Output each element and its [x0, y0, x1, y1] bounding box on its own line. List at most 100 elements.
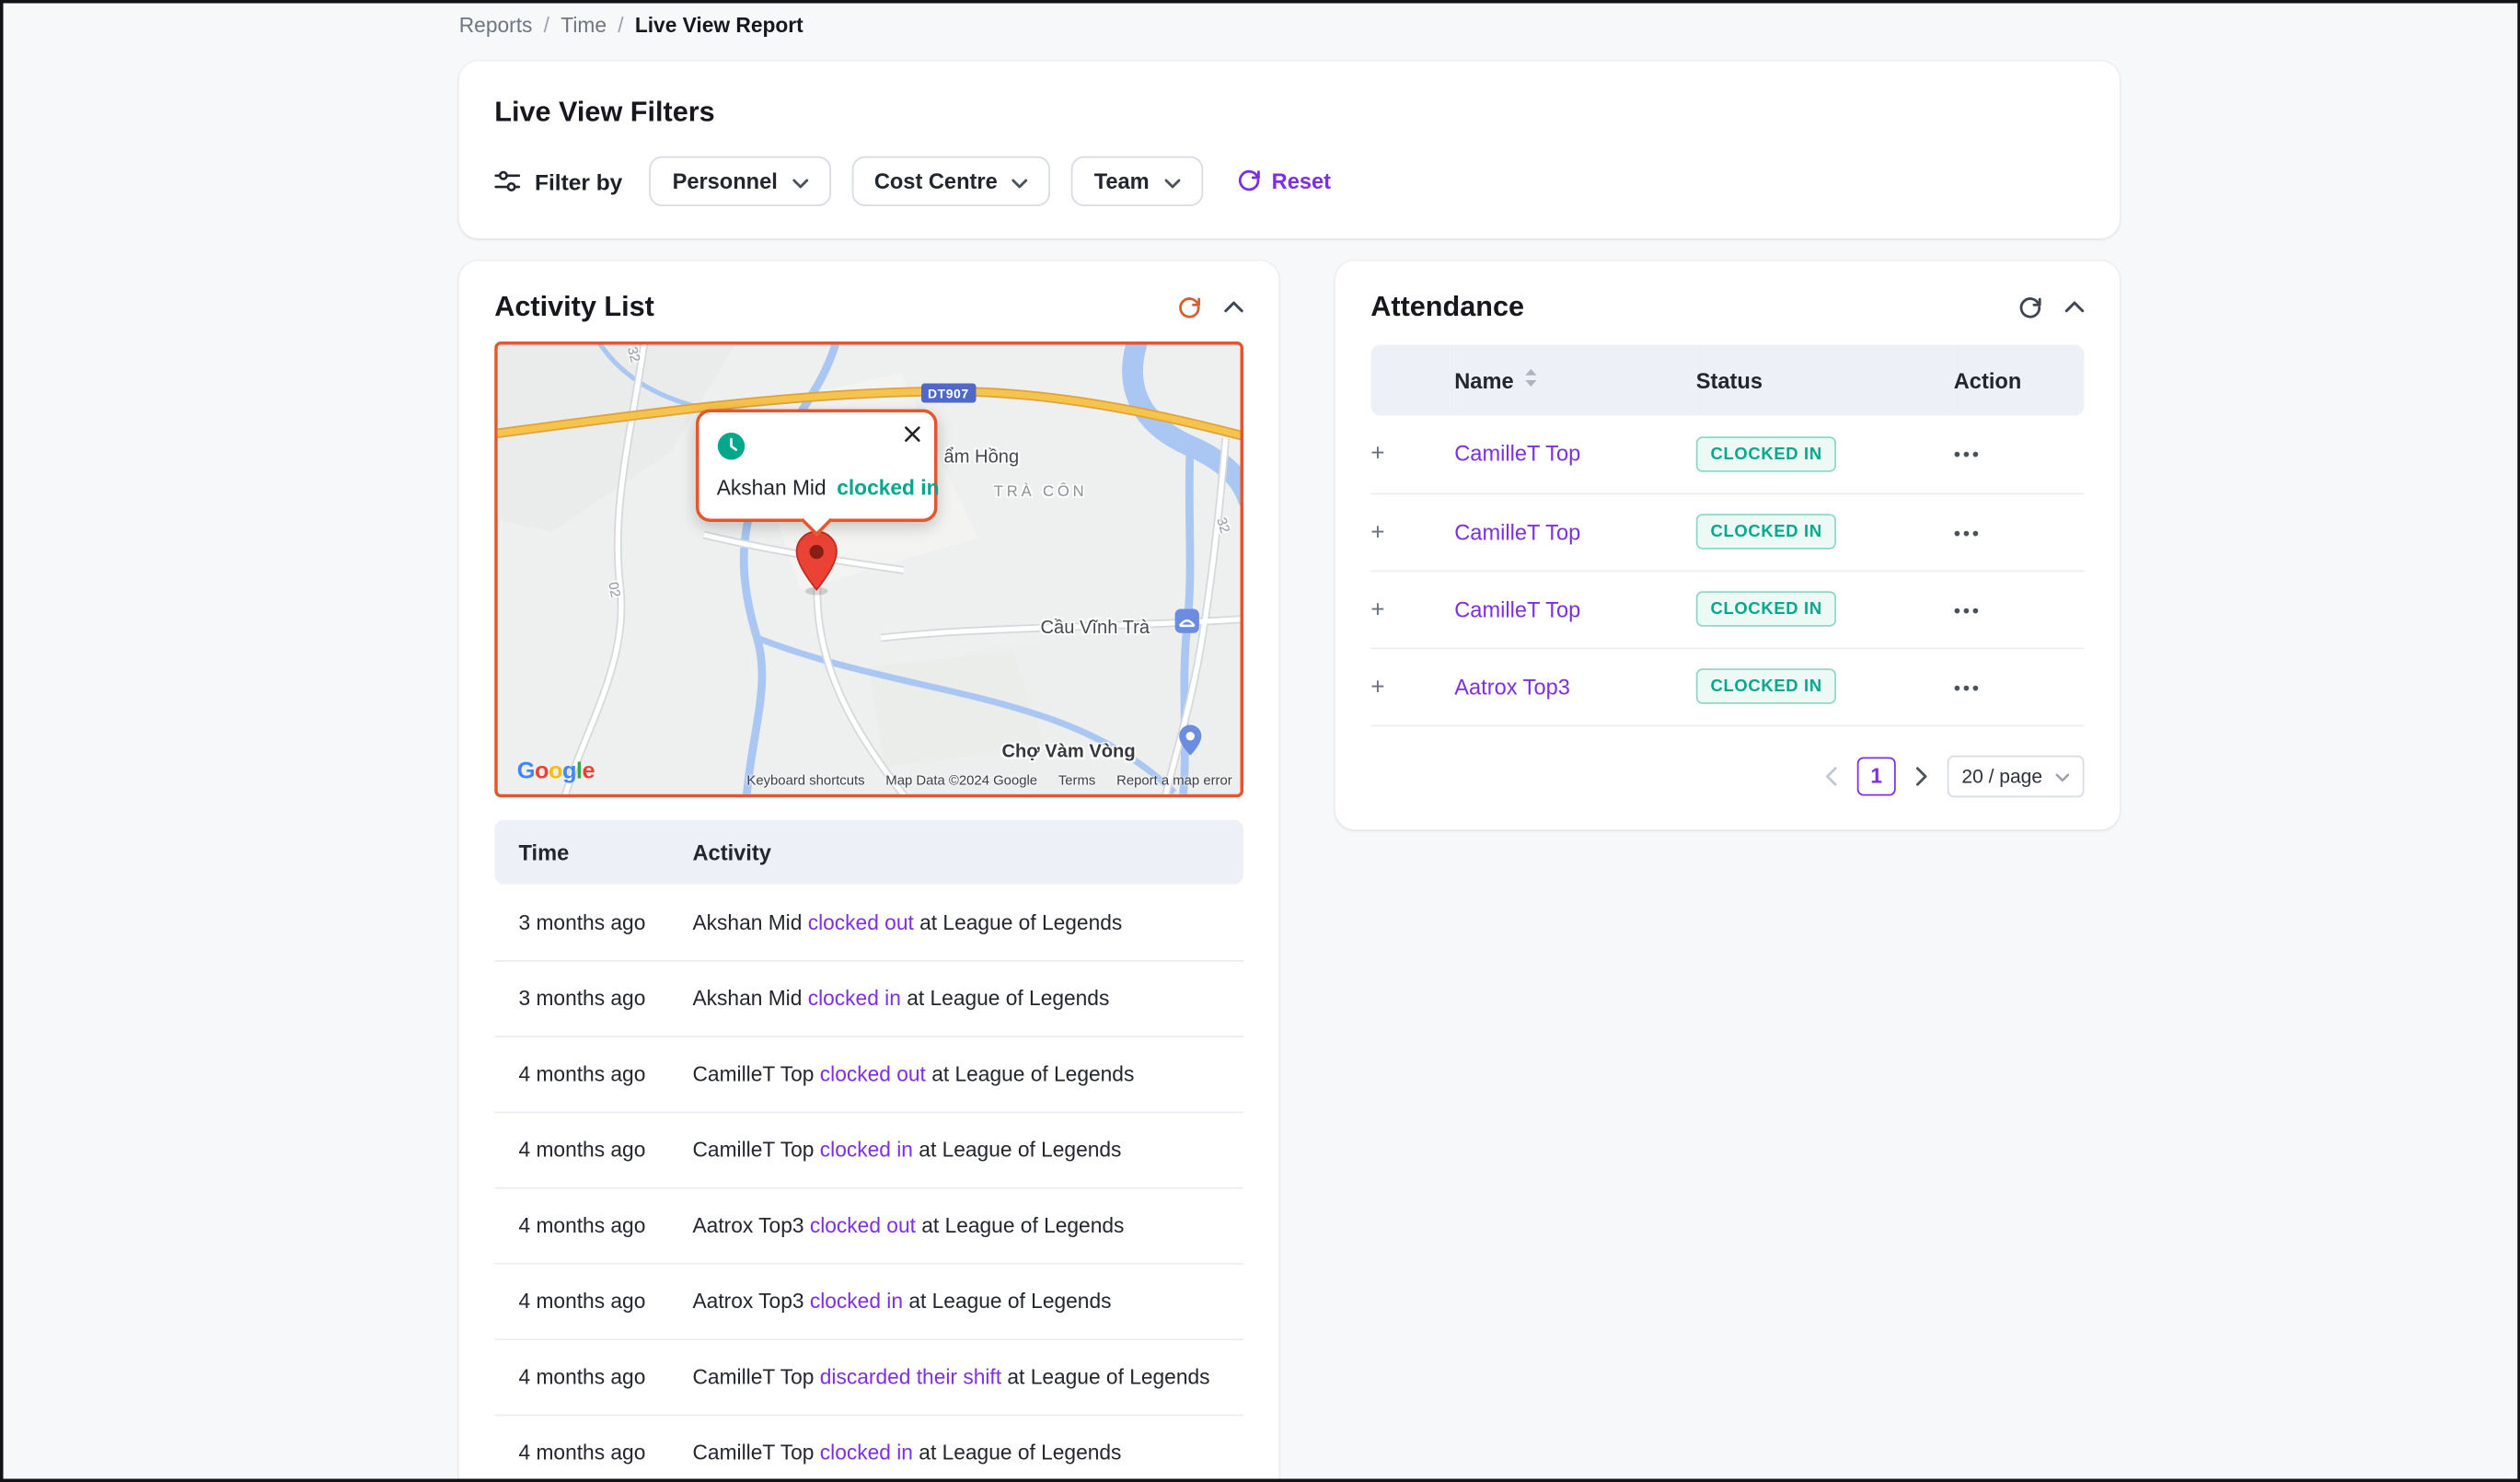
attendance-card: Attendance: [1335, 261, 2120, 829]
activity-list-title: Activity List: [494, 290, 654, 324]
activity-actor: CamilleT Top: [693, 1061, 815, 1085]
activity-row: 4 months ago CamilleT Top clocked out at…: [494, 1036, 1243, 1111]
collapse-attendance-icon[interactable]: [2065, 301, 2085, 312]
activity-context: at League of Legends: [919, 909, 1122, 933]
activity-action-link[interactable]: clocked in: [820, 1441, 913, 1465]
activity-context: at League of Legends: [907, 986, 1109, 1010]
activity-description: CamilleT Top discarded their shift at Le…: [693, 1338, 1244, 1414]
more-actions-icon[interactable]: •••: [1954, 444, 1982, 467]
map-place-label: Cầu Vĩnh Trà: [1041, 619, 1150, 638]
report-columns: Activity List: [459, 261, 2120, 1482]
expand-row-icon[interactable]: +: [1370, 674, 1384, 698]
activity-time: 4 months ago: [494, 1415, 692, 1482]
activity-time: 4 months ago: [494, 1036, 692, 1111]
prev-page-icon[interactable]: [1821, 763, 1841, 789]
live-view-filters-card: Live View Filters Filter by Personnel Co…: [459, 62, 2120, 239]
activity-actor: CamilleT Top: [693, 1364, 815, 1388]
status-badge: CLOCKED IN: [1696, 668, 1837, 704]
activity-actor: Aatrox Top3: [693, 1213, 804, 1237]
activity-actor: CamilleT Top: [693, 1441, 815, 1465]
attendance-name-link[interactable]: CamilleT Top: [1454, 596, 1580, 620]
activity-row: 3 months ago Akshan Mid clocked in at Le…: [494, 960, 1243, 1036]
activity-action-link[interactable]: discarded their shift: [820, 1364, 1001, 1388]
reset-icon: [1236, 167, 1260, 196]
breadcrumb-time[interactable]: Time: [561, 13, 607, 37]
activity-col-time: Time: [494, 820, 692, 885]
activity-card-header: Activity List: [494, 290, 1243, 324]
attendance-row: + Aatrox Top3 CLOCKED IN •••: [1370, 648, 2084, 725]
activity-action-link[interactable]: clocked out: [810, 1213, 916, 1237]
filters-row: Filter by Personnel Cost Centre Team Res…: [494, 156, 2084, 206]
terms-link[interactable]: Terms: [1058, 771, 1095, 788]
activity-action-link[interactable]: clocked out: [820, 1061, 926, 1085]
attendance-row: + CamilleT Top CLOCKED IN •••: [1370, 416, 2084, 493]
sort-icon[interactable]: [1523, 367, 1538, 393]
map-attribution: Keyboard shortcuts Map Data ©2024 Google…: [746, 771, 1231, 788]
personnel-filter-label: Personnel: [673, 169, 778, 193]
next-page-icon[interactable]: [1912, 763, 1931, 789]
activity-action-link[interactable]: clocked in: [810, 1289, 903, 1313]
activity-context: at League of Legends: [908, 1289, 1111, 1313]
report-map-error-link[interactable]: Report a map error: [1116, 771, 1232, 788]
cost-centre-filter-label: Cost Centre: [874, 169, 998, 193]
map-canvas[interactable]: DT907 32 02 32 ẩm Hồng TRÀ CÔN Cầu Vĩnh …: [494, 342, 1243, 797]
activity-actor: Akshan Mid: [693, 986, 803, 1010]
team-filter-dropdown[interactable]: Team: [1071, 156, 1202, 206]
activity-action-link[interactable]: clocked in: [808, 986, 901, 1010]
chevron-down-icon: [1163, 169, 1180, 193]
activity-time: 4 months ago: [494, 1187, 692, 1263]
activity-row: 4 months ago CamilleT Top clocked in at …: [494, 1112, 1243, 1187]
personnel-filter-dropdown[interactable]: Personnel: [650, 156, 830, 206]
close-icon[interactable]: [904, 425, 921, 443]
activity-row: 4 months ago CamilleT Top clocked in at …: [494, 1415, 1243, 1482]
refresh-activity-icon[interactable]: [1177, 295, 1201, 318]
expand-row-icon[interactable]: +: [1370, 519, 1384, 543]
expand-row-icon[interactable]: +: [1370, 596, 1384, 620]
status-badge: CLOCKED IN: [1696, 591, 1837, 627]
attendance-col-status: Status: [1696, 345, 1954, 416]
bridge-icon: [1175, 609, 1199, 633]
expand-row-icon[interactable]: +: [1370, 442, 1384, 466]
activity-actor: CamilleT Top: [693, 1138, 815, 1162]
attendance-row: + CamilleT Top CLOCKED IN •••: [1370, 493, 2084, 571]
page-size-select[interactable]: 20 / page: [1948, 755, 2085, 797]
page-content: Reports / Time / Live View Report Live V…: [459, 4, 2120, 1482]
more-actions-icon[interactable]: •••: [1954, 598, 1982, 621]
activity-context: at League of Legends: [931, 1061, 1134, 1085]
route-badge-dt907: DT907: [921, 384, 976, 403]
live-view-report-page: Reports / Time / Live View Report Live V…: [0, 0, 2520, 1482]
attendance-header-actions: [2018, 295, 2085, 318]
more-actions-icon[interactable]: •••: [1954, 676, 1982, 699]
reset-filters-button[interactable]: Reset: [1236, 167, 1331, 196]
activity-description: CamilleT Top clocked in at League of Leg…: [693, 1112, 1244, 1187]
breadcrumb-reports[interactable]: Reports: [459, 13, 533, 37]
refresh-attendance-icon[interactable]: [2018, 295, 2042, 318]
popup-person-name: Akshan Mid: [717, 475, 827, 499]
activity-description: Akshan Mid clocked out at League of Lege…: [693, 885, 1244, 960]
activity-row: 3 months ago Akshan Mid clocked out at L…: [494, 885, 1243, 960]
attendance-name-header-label: Name: [1454, 368, 1513, 392]
breadcrumb-current-page: Live View Report: [635, 13, 803, 37]
activity-actor: Aatrox Top3: [693, 1289, 804, 1313]
map-place-label: ẩm Hồng: [944, 448, 1020, 468]
activity-actor: Akshan Mid: [693, 909, 803, 933]
attendance-name-link[interactable]: Aatrox Top3: [1454, 674, 1570, 698]
attendance-name-link[interactable]: CamilleT Top: [1454, 442, 1580, 466]
collapse-activity-icon[interactable]: [1224, 301, 1243, 312]
map-popup: Akshan Mid clocked in: [696, 410, 938, 523]
cost-centre-filter-dropdown[interactable]: Cost Centre: [851, 156, 1050, 206]
reset-label: Reset: [1272, 169, 1331, 193]
activity-action-link[interactable]: clocked out: [808, 909, 914, 933]
activity-row: 4 months ago Aatrox Top3 clocked in at L…: [494, 1263, 1243, 1338]
clock-icon: [717, 432, 746, 461]
popup-text: Akshan Mid clocked in: [717, 475, 940, 499]
activity-action-link[interactable]: clocked in: [820, 1138, 913, 1162]
attendance-name-link[interactable]: CamilleT Top: [1454, 519, 1580, 543]
more-actions-icon[interactable]: •••: [1954, 521, 1982, 544]
keyboard-shortcuts-link[interactable]: Keyboard shortcuts: [746, 771, 864, 788]
page-1-button[interactable]: 1: [1857, 757, 1896, 795]
activity-table-header-row: Time Activity: [494, 820, 1243, 885]
breadcrumb: Reports / Time / Live View Report: [459, 13, 2120, 37]
attendance-col-name[interactable]: Name: [1454, 345, 1696, 416]
activity-context: at League of Legends: [919, 1138, 1121, 1162]
